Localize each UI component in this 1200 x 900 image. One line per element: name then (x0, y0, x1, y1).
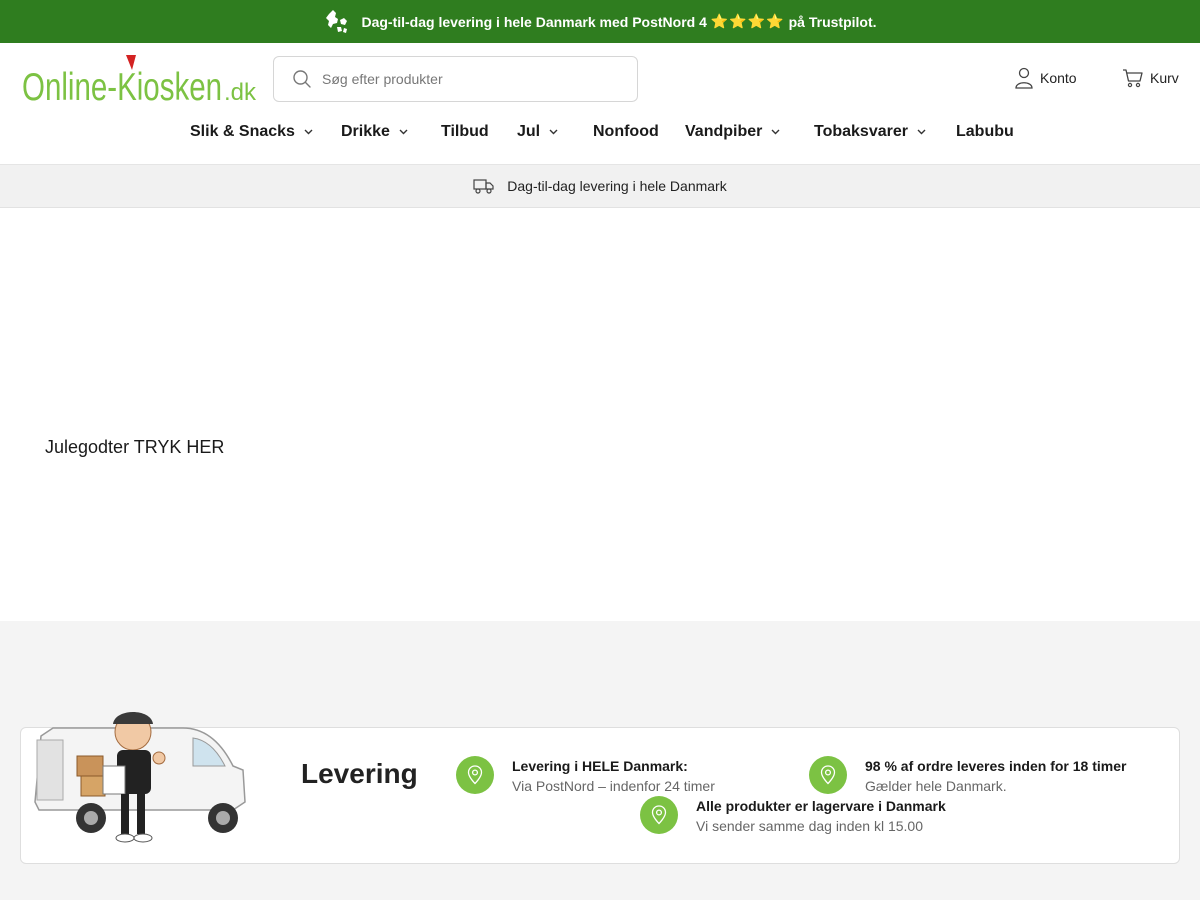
location-pin-icon (640, 796, 678, 834)
chevron-down-icon (549, 129, 558, 135)
delivery-info-text: Dag-til-dag levering i hele Danmark (507, 178, 727, 194)
announcement-text: Dag-til-dag levering i hele Danmark med … (361, 13, 707, 30)
nav-item-label: Jul (517, 123, 541, 140)
nav-item-label: Vandpiber (685, 123, 763, 140)
location-pin-icon (456, 756, 494, 794)
announcement-trustpilot: på Trustpilot. (788, 13, 877, 30)
nav-item-tobaksvarer[interactable]: Tobaksvarer (814, 123, 926, 141)
feature-title: Levering i HELE Danmark: (512, 758, 688, 774)
footer-area: Levering Levering i HELE Danmark: Via Po… (0, 621, 1200, 900)
feature-98-procent: 98 % af ordre leveres inden for 18 timer… (809, 756, 1126, 797)
nav-item-label: Tilbud (441, 123, 489, 140)
chevron-down-icon (771, 129, 780, 135)
feature-levering-hele-danmark: Levering i HELE Danmark: Via PostNord – … (456, 756, 715, 797)
feature-subtitle: Via PostNord – indenfor 24 timer (512, 778, 715, 794)
nav-item-label: Slik & Snacks (190, 123, 295, 140)
rating-stars: ⭐⭐⭐⭐ (710, 13, 785, 29)
feature-subtitle: Gælder hele Danmark. (865, 778, 1007, 794)
nav-item-drikke[interactable]: Drikke (341, 123, 408, 141)
search-icon (293, 70, 311, 88)
search-input[interactable] (322, 71, 622, 87)
delivery-info-bar: Dag-til-dag levering i hele Danmark (0, 165, 1200, 208)
main-nav: Slik & Snacks Drikke Tilbud Jul Nonfood … (0, 123, 1200, 147)
user-icon (1015, 67, 1033, 89)
chevron-down-icon (399, 129, 408, 135)
feature-title: Alle produkter er lagervare i Danmark (696, 798, 946, 814)
feature-title: 98 % af ordre leveres inden for 18 timer (865, 758, 1127, 774)
chevron-down-icon (917, 129, 926, 135)
location-pin-icon (809, 756, 847, 794)
delivery-title: Levering (301, 758, 418, 789)
logo-tld: .dk (224, 79, 257, 106)
account-link[interactable]: Konto (1014, 67, 1077, 89)
site-logo[interactable]: Online-Kiosken .dk (22, 53, 257, 109)
nav-item-label: Labubu (956, 123, 1014, 140)
logo-graphic: Online-Kiosken .dk (22, 55, 257, 109)
cart-icon (1123, 69, 1143, 88)
delivery-van-image (34, 712, 246, 843)
nav-item-slik-snacks[interactable]: Slik & Snacks (190, 123, 313, 141)
announcement-bar: Dag-til-dag levering i hele Danmark med … (0, 0, 1200, 43)
delivery-card: Levering Levering i HELE Danmark: Via Po… (20, 712, 1180, 864)
logo-text: Online-Kiosken (22, 66, 222, 108)
nav-item-vandpiber[interactable]: Vandpiber (685, 123, 780, 141)
truck-icon (473, 179, 494, 194)
nav-item-nonfood[interactable]: Nonfood (593, 123, 659, 141)
denmark-map-icon (326, 9, 348, 33)
feature-lagervare: Alle produkter er lagervare i Danmark Vi… (640, 796, 946, 837)
nav-item-label: Nonfood (593, 123, 659, 140)
nav-item-tilbud[interactable]: Tilbud (441, 123, 489, 141)
site-header: Online-Kiosken .dk Konto Kurv Slik & Sna… (0, 43, 1200, 165)
julegodter-link[interactable]: Julegodter TRYK HER (45, 437, 224, 458)
account-label: Konto (1040, 70, 1077, 86)
nav-item-labubu[interactable]: Labubu (956, 123, 1014, 141)
chevron-down-icon (304, 129, 313, 135)
nav-item-jul[interactable]: Jul (517, 123, 558, 141)
cart-label: Kurv (1150, 70, 1179, 86)
feature-subtitle: Vi sender samme dag inden kl 15.00 (696, 818, 923, 834)
nav-item-label: Drikke (341, 123, 390, 140)
nav-item-label: Tobaksvarer (814, 123, 908, 140)
cart-link[interactable]: Kurv (1122, 67, 1179, 89)
search-box[interactable] (273, 56, 638, 102)
